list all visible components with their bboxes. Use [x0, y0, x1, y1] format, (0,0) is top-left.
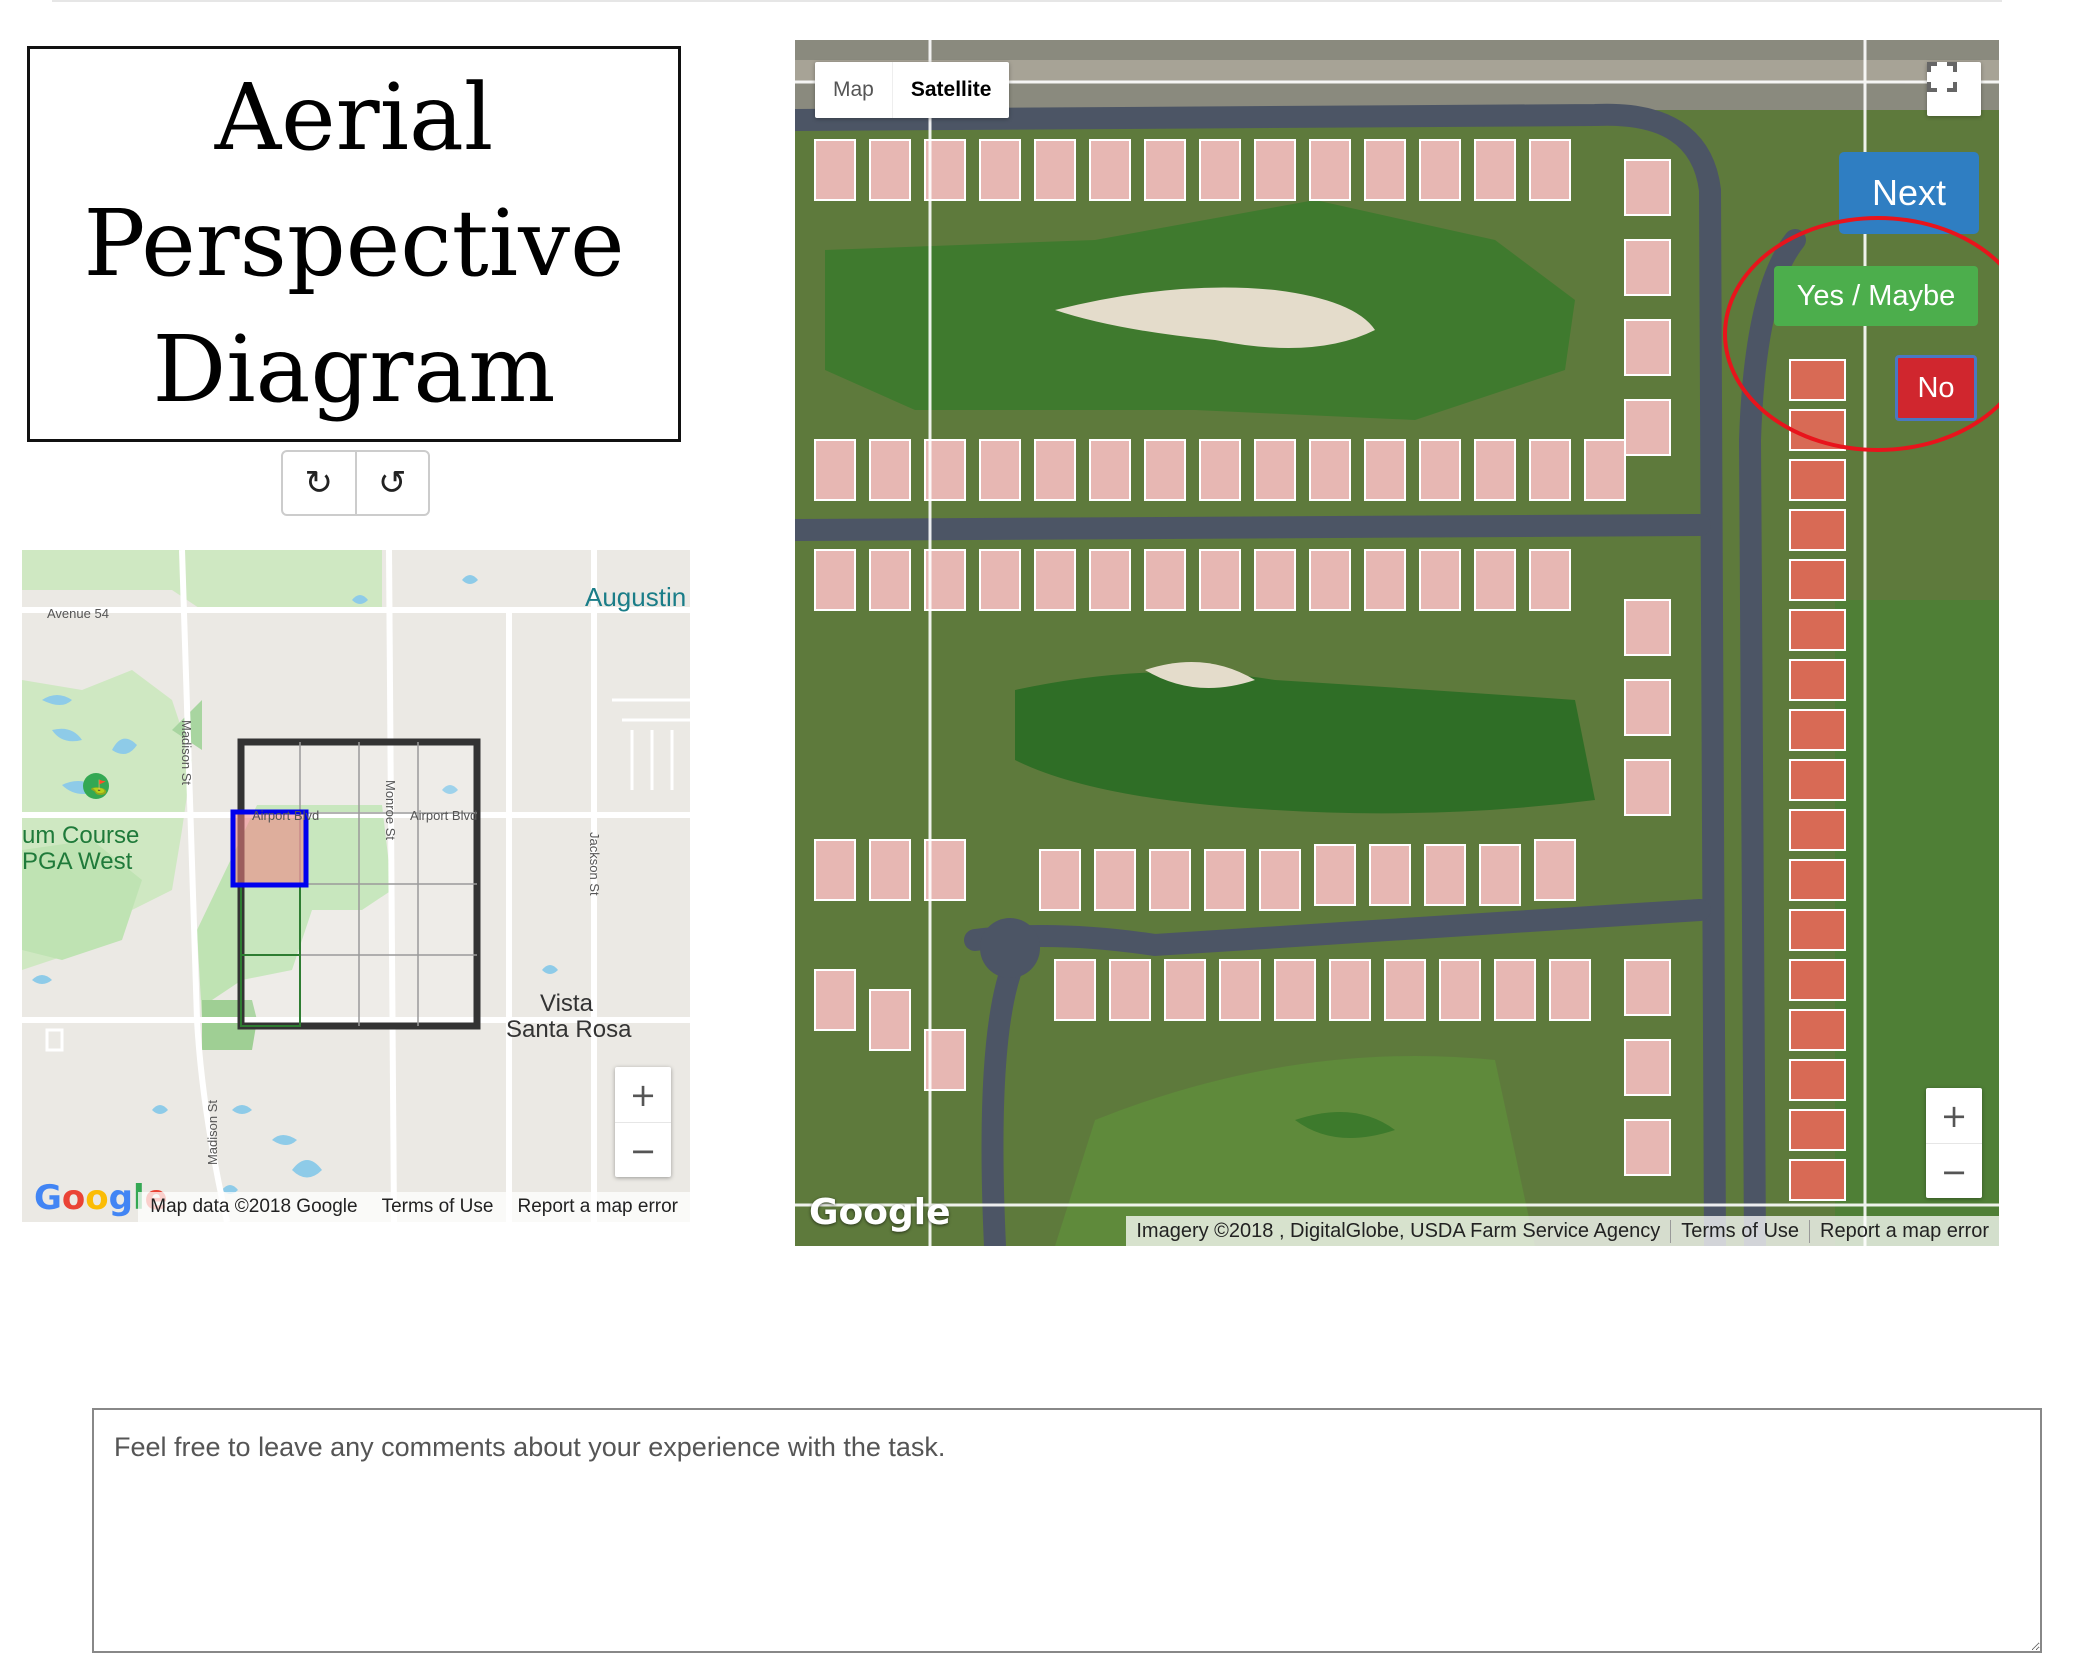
satmap-zoom-control: + − — [1926, 1088, 1982, 1198]
airport-blvd-label-2: Airport Blvd — [410, 808, 478, 823]
map-type-control: Map Satellite — [815, 62, 1010, 118]
course-label-line1: um Course — [22, 822, 140, 849]
satmap-attribution: Imagery ©2018 , DigitalGlobe, USDA Farm … — [1126, 1216, 1999, 1246]
roadmap-terms-link[interactable]: Terms of Use — [370, 1196, 506, 1218]
satmap-terms-link[interactable]: Terms of Use — [1670, 1219, 1809, 1243]
fullscreen-button[interactable] — [1927, 62, 1981, 116]
overview-road-map[interactable]: ⛳ Avenue 54 Augustin Madison St Madison … — [22, 550, 690, 1222]
satmap-report-link[interactable]: Report a map error — [1809, 1219, 1999, 1243]
satmap-zoom-in-button[interactable]: + — [1926, 1088, 1982, 1144]
avenue-54-label: Avenue 54 — [47, 606, 109, 621]
diagram-title-box: Aerial Perspective Diagram — [27, 46, 681, 442]
aerial-grid — [230, 738, 481, 1030]
svg-text:⛳: ⛳ — [90, 779, 107, 796]
airport-blvd-label-1: Airport Blvd — [252, 808, 320, 823]
roadmap-report-link[interactable]: Report a map error — [505, 1196, 690, 1218]
course-label-line2: PGA West — [22, 848, 133, 875]
title-line-1: Aerial — [214, 64, 494, 171]
top-divider — [52, 0, 2002, 2]
satellite-map[interactable]: Map Satellite Next Yes / Maybe No + − Go… — [795, 40, 1999, 1246]
comments-textarea[interactable] — [92, 1408, 2042, 1653]
rotate-clockwise-button[interactable]: ↻ — [283, 452, 355, 514]
vista-label-line2: Santa Rosa — [506, 1016, 632, 1043]
madison-st-lower-label: Madison St — [205, 1100, 220, 1166]
monroe-st-label: Monroe St — [383, 780, 398, 840]
rotate-ccw-icon: ↺ — [378, 463, 407, 503]
vista-label-line1: Vista — [540, 990, 593, 1017]
satmap-zoom-out-button[interactable]: − — [1926, 1144, 1982, 1199]
rotate-cw-icon: ↻ — [304, 463, 334, 503]
map-type-map-button[interactable]: Map — [815, 62, 892, 118]
augustine-label: Augustin — [585, 582, 687, 612]
rotate-counterclockwise-button[interactable]: ↺ — [354, 452, 429, 514]
diagram-title: Aerial Perspective Diagram — [83, 55, 624, 433]
satmap-google-logo: Google — [809, 1192, 951, 1233]
roadmap-zoom-out-button[interactable]: − — [615, 1123, 671, 1178]
satmap-imagery-credit: Imagery ©2018 , DigitalGlobe, USDA Farm … — [1136, 1219, 1661, 1242]
madison-st-label: Madison St — [179, 720, 194, 786]
roadmap-data-credit: Map data ©2018 Google — [150, 1196, 358, 1217]
roadmap-zoom-control: + − — [615, 1067, 671, 1177]
fullscreen-icon — [1927, 62, 1957, 92]
roadmap-zoom-in-button[interactable]: + — [615, 1067, 671, 1123]
title-line-3: Diagram — [152, 316, 556, 423]
jackson-st-label: Jackson St — [587, 832, 602, 896]
rotate-button-group: ↻ ↺ — [281, 450, 430, 516]
satellite-imagery — [795, 40, 1999, 1246]
roadmap-attribution: Map data ©2018 Google Terms of Use Repor… — [138, 1192, 690, 1222]
title-line-2: Perspective — [83, 190, 625, 297]
map-type-satellite-button[interactable]: Satellite — [891, 62, 1010, 118]
